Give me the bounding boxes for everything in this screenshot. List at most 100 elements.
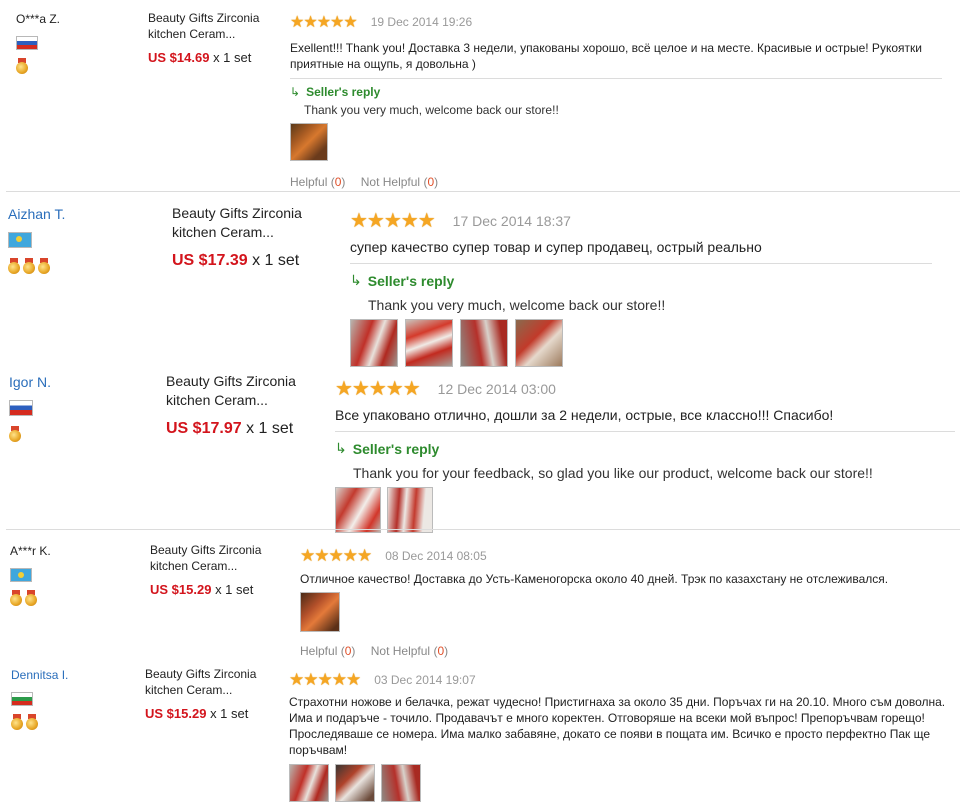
review-text: Exellent!!! Thank you! Доставка 3 недели…	[290, 41, 922, 71]
buyer-level-medals	[10, 590, 51, 606]
helpful-button[interactable]: Helpful (0)	[290, 175, 345, 189]
product-price: US $14.69 x 1 set	[148, 50, 278, 65]
review-date: 12 Dec 2014 03:00	[437, 380, 556, 397]
reply-arrow-icon: ↳	[335, 440, 347, 456]
review-date: 08 Dec 2014 08:05	[385, 549, 487, 563]
review-item: O***a Z. Beauty Gifts Zirconia kitchen C…	[0, 0, 960, 190]
country-flag-icon	[10, 568, 32, 582]
buyer-info: Dennitsa I.	[11, 668, 68, 730]
medal-icon	[8, 258, 20, 274]
buyer-name[interactable]: Dennitsa I.	[11, 668, 68, 682]
product-title-link[interactable]: Beauty Gifts Zirconia kitchen Ceram...	[145, 666, 275, 698]
review-photos	[290, 123, 942, 161]
helpful-button[interactable]: Helpful (0)	[300, 644, 355, 658]
review-photo[interactable]	[405, 319, 453, 367]
review-photo[interactable]	[460, 319, 508, 367]
country-flag-icon	[8, 232, 32, 248]
review-photo[interactable]	[335, 764, 375, 802]
star-rating-icon: ★★★★★	[289, 670, 361, 689]
buyer-level-medals	[16, 58, 60, 74]
review-photo[interactable]	[387, 487, 433, 533]
medal-icon	[23, 258, 35, 274]
reply-arrow-icon: ↳	[290, 85, 301, 99]
buyer-info: Aizhan T.	[8, 206, 65, 274]
seller-reply-text: Thank you for your feedback, so glad you…	[353, 465, 873, 481]
review-photos	[350, 319, 932, 367]
seller-reply-header: ↳ Seller's reply	[290, 85, 942, 99]
quantity: x 1 set	[252, 252, 300, 269]
product-title-link[interactable]: Beauty Gifts Zirconia kitchen Ceram...	[150, 542, 280, 574]
buyer-name[interactable]: Aizhan T.	[8, 206, 65, 222]
medal-icon	[25, 590, 37, 606]
medal-icon	[11, 714, 23, 730]
review-photo[interactable]	[350, 319, 398, 367]
product-price: US $15.29 x 1 set	[150, 582, 280, 597]
star-rating-icon: ★★★★★	[350, 210, 436, 232]
feedback-block: ★★★★★ 08 Dec 2014 08:05 Отличное качеств…	[300, 546, 950, 658]
country-flag-icon	[9, 400, 33, 416]
buyer-name[interactable]: Igor N.	[9, 374, 51, 390]
product-info: Beauty Gifts Zirconia kitchen Ceram... U…	[166, 372, 316, 438]
product-price: US $17.39 x 1 set	[172, 252, 322, 270]
seller-reply-header: ↳ Seller's reply	[350, 272, 932, 289]
divider	[350, 263, 932, 264]
quantity: x 1 set	[210, 706, 249, 721]
not-helpful-button[interactable]: Not Helpful (0)	[361, 175, 438, 189]
not-helpful-button[interactable]: Not Helpful (0)	[371, 644, 448, 658]
seller-reply-text: Thank you very much, welcome back our st…	[304, 103, 559, 117]
star-rating-icon: ★★★★★	[300, 546, 372, 565]
review-photo[interactable]	[381, 764, 421, 802]
star-rating-icon: ★★★★★	[335, 378, 421, 400]
quantity: x 1 set	[215, 582, 254, 597]
product-price: US $15.29 x 1 set	[145, 706, 275, 721]
review-date: 03 Dec 2014 19:07	[374, 673, 476, 687]
feedback-block: ★★★★★ 12 Dec 2014 03:00 Все упаковано от…	[335, 376, 955, 533]
seller-reply-label: Seller's reply	[352, 440, 440, 457]
divider	[335, 431, 955, 432]
product-title-link[interactable]: Beauty Gifts Zirconia kitchen Ceram...	[172, 204, 322, 242]
helpful-bar: Helpful (0) Not Helpful (0)	[300, 644, 950, 658]
country-flag-icon	[11, 692, 33, 706]
review-item: Dennitsa I. Beauty Gifts Zirconia kitche…	[0, 660, 960, 802]
product-info: Beauty Gifts Zirconia kitchen Ceram... U…	[150, 542, 280, 597]
buyer-level-medals	[8, 258, 65, 274]
seller-reply-text: Thank you very much, welcome back our st…	[368, 297, 666, 313]
review-text: Страхотни ножове и белачка, режат чудесн…	[289, 695, 946, 757]
country-flag-icon	[16, 36, 38, 50]
buyer-info: Igor N.	[9, 374, 51, 442]
buyer-level-medals	[9, 426, 51, 442]
medal-icon	[26, 714, 38, 730]
product-price: US $17.97 x 1 set	[166, 420, 316, 438]
reply-arrow-icon: ↳	[350, 272, 362, 288]
price-amount: US $14.69	[148, 50, 210, 65]
feedback-block: ★★★★★ 03 Dec 2014 19:07 Страхотни ножове…	[289, 670, 949, 802]
review-photo[interactable]	[300, 592, 340, 632]
price-amount: US $15.29	[150, 582, 212, 597]
review-photo[interactable]	[290, 123, 328, 161]
medal-icon	[16, 58, 28, 74]
quantity: x 1 set	[246, 420, 294, 437]
rating-row: ★★★★★ 03 Dec 2014 19:07	[289, 670, 949, 690]
review-text: Отличное качество! Доставка до Усть-Каме…	[300, 572, 889, 586]
product-title-link[interactable]: Beauty Gifts Zirconia kitchen Ceram...	[148, 10, 278, 42]
product-title-link[interactable]: Beauty Gifts Zirconia kitchen Ceram...	[166, 372, 316, 410]
feedback-block: ★★★★★ 19 Dec 2014 19:26 Exellent!!! Than…	[290, 12, 942, 189]
buyer-level-medals	[11, 714, 68, 730]
review-date: 19 Dec 2014 19:26	[370, 15, 473, 29]
rating-row: ★★★★★ 17 Dec 2014 18:37	[350, 208, 932, 233]
seller-reply-header: ↳ Seller's reply	[335, 440, 955, 457]
review-item: A***r K. Beauty Gifts Zirconia kitchen C…	[0, 530, 960, 660]
review-text: супер качество супер товар и супер прода…	[350, 239, 762, 255]
review-item: Igor N. Beauty Gifts Zirconia kitchen Ce…	[0, 362, 960, 533]
medal-icon	[38, 258, 50, 274]
review-photo[interactable]	[289, 764, 329, 802]
review-photo[interactable]	[335, 487, 381, 533]
review-item: Aizhan T. Beauty Gifts Zirconia kitchen …	[0, 192, 960, 367]
review-photo[interactable]	[515, 319, 563, 367]
product-info: Beauty Gifts Zirconia kitchen Ceram... U…	[148, 10, 278, 65]
review-photos	[300, 592, 950, 632]
rating-row: ★★★★★ 12 Dec 2014 03:00	[335, 376, 955, 401]
buyer-info: O***a Z.	[16, 12, 60, 74]
helpful-bar: Helpful (0) Not Helpful (0)	[290, 175, 942, 189]
review-text: Все упаковано отлично, дошли за 2 недели…	[335, 407, 834, 423]
